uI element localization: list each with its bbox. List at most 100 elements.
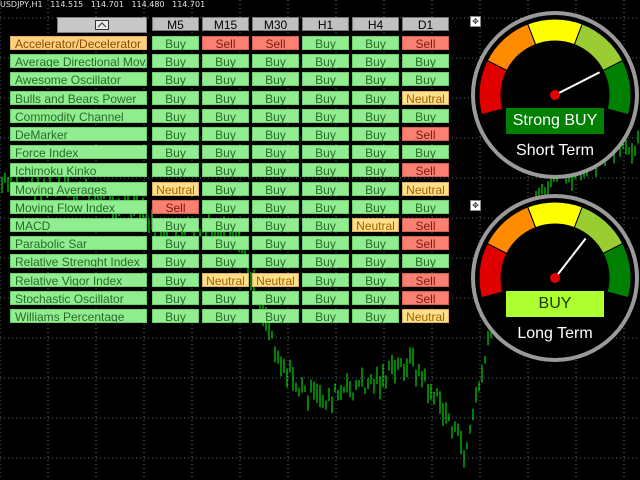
signal-cell: Neutral [202, 272, 249, 288]
signal-cell: Buy [202, 181, 249, 197]
signal-cell: Buy [202, 145, 249, 160]
timeframe-header-h1[interactable]: H1 [302, 17, 349, 32]
signal-cell: Buy [352, 290, 399, 306]
symbol-timeframe: USDJPY,H1 [0, 0, 43, 9]
indicator-name[interactable]: Parabolic Sar [10, 236, 147, 251]
signal-cell: Buy [352, 36, 399, 51]
signal-cell: Buy [202, 108, 249, 124]
signal-cell: Buy [252, 309, 299, 324]
signal-cell: Buy [352, 145, 399, 160]
signal-cell: Buy [352, 163, 399, 178]
signal-cell: Buy [152, 36, 199, 51]
signal-cell: Buy [202, 290, 249, 306]
signal-cell: Buy [302, 181, 349, 197]
indicator-name[interactable]: Force Index [10, 145, 147, 160]
gauge-term-label: Short Term [516, 142, 594, 159]
signal-cell: Buy [302, 272, 349, 288]
signal-cell: Buy [352, 72, 399, 87]
gauge-hub [550, 90, 560, 100]
signal-cell: Buy [302, 199, 349, 215]
indicator-name[interactable]: Ichimoku Kinko [10, 163, 147, 178]
indicator-name[interactable]: Moving Averages [10, 181, 147, 196]
signal-cell: Buy [402, 145, 449, 160]
signal-cell: Buy [202, 309, 249, 324]
signal-cell: Buy [152, 309, 199, 324]
signal-cell: Buy [252, 236, 299, 251]
signal-cell: Buy [252, 108, 299, 124]
ohlc-low: 114.480 [131, 0, 165, 9]
signal-cell: Buy [152, 90, 199, 106]
signal-cell: Buy [252, 127, 299, 142]
ohlc-high: 114.701 [90, 0, 124, 9]
signal-cell: Buy [302, 145, 349, 160]
signal-cell: Buy [252, 163, 299, 178]
indicator-name[interactable]: DeMarker [10, 127, 147, 141]
signal-cell: Buy [252, 181, 299, 197]
signal-cell: Buy [202, 163, 249, 178]
signal-cell: Buy [302, 309, 349, 324]
signal-cell: Buy [302, 36, 349, 51]
signal-cell: Buy [352, 236, 399, 251]
signal-cell: Buy [152, 145, 199, 160]
gauge-signal-label: Strong BUY [506, 108, 604, 134]
long-term-gauge: BUY Long Term [470, 193, 640, 363]
signal-cell: Buy [252, 90, 299, 106]
signal-cell: Buy [152, 254, 199, 269]
signal-cell: Buy [152, 108, 199, 124]
signal-cell: Neutral [352, 218, 399, 233]
panel-minimize-button[interactable] [57, 17, 147, 33]
signal-cell: Buy [302, 290, 349, 306]
signal-cell: Sell [402, 290, 449, 306]
signal-cell: Buy [352, 54, 399, 69]
signal-cell: Buy [152, 54, 199, 69]
signal-cell: Buy [402, 199, 449, 215]
gauge-term-label: Long Term [517, 325, 593, 342]
signal-cell: Buy [302, 108, 349, 124]
short-term-gauge: Strong BUY Short Term [470, 10, 640, 180]
indicator-name[interactable]: Awesome Oscillator [10, 72, 147, 87]
timeframe-header-m5[interactable]: M5 [152, 17, 199, 32]
timeframe-header-m30[interactable]: M30 [252, 17, 299, 32]
signal-cell: Buy [202, 218, 249, 233]
signal-cell: Sell [152, 199, 199, 215]
signal-cell: Buy [202, 199, 249, 215]
indicator-name[interactable]: MACD [10, 218, 147, 232]
indicator-name[interactable]: Williams Percentage [10, 309, 147, 323]
signal-cell: Neutral [402, 181, 449, 197]
signal-cell: Sell [402, 272, 449, 288]
signal-cell: Buy [402, 72, 449, 87]
timeframe-header-d1[interactable]: D1 [402, 17, 449, 32]
indicator-name[interactable]: Commodity Channel [10, 108, 147, 123]
signal-cell: Buy [352, 127, 399, 142]
signal-cell: Buy [152, 72, 199, 87]
signal-cell: Buy [202, 236, 249, 251]
signal-cell: Buy [302, 218, 349, 233]
signal-cell: Buy [152, 218, 199, 233]
signal-cell: Neutral [252, 272, 299, 288]
signal-cell: Neutral [402, 309, 449, 324]
drag-handle-icon[interactable]: ✥ [470, 16, 481, 27]
drag-handle-icon[interactable]: ✥ [470, 200, 481, 211]
signal-cell: Buy [202, 254, 249, 269]
indicator-name[interactable]: Moving Flow Index [10, 199, 147, 214]
signal-cell: Buy [252, 199, 299, 215]
indicator-name[interactable]: Relative Strenght Index [10, 254, 147, 269]
indicator-name[interactable]: Accelerator/Decelerator [10, 36, 147, 50]
indicator-name[interactable]: Average Directional Mov. [10, 54, 147, 69]
signal-cell: Neutral [152, 181, 199, 197]
timeframe-header-m15[interactable]: M15 [202, 17, 249, 32]
indicator-name[interactable]: Bulls and Bears Power [10, 90, 147, 105]
signal-cell: Buy [202, 90, 249, 106]
signal-cell: Buy [152, 127, 199, 142]
signal-cell: Buy [302, 90, 349, 106]
indicator-name[interactable]: Relative Vigor Index [10, 272, 147, 287]
signal-cell: Sell [202, 36, 249, 51]
signal-cell: Neutral [402, 90, 449, 106]
indicator-name[interactable]: Stochastic Oscillator [10, 290, 147, 305]
signal-cell: Buy [252, 218, 299, 233]
timeframe-header-h4[interactable]: H4 [352, 17, 399, 32]
signal-cell: Buy [152, 236, 199, 251]
signal-cell: Buy [302, 163, 349, 178]
signal-cell: Buy [402, 254, 449, 269]
signal-cell: Sell [402, 36, 449, 51]
